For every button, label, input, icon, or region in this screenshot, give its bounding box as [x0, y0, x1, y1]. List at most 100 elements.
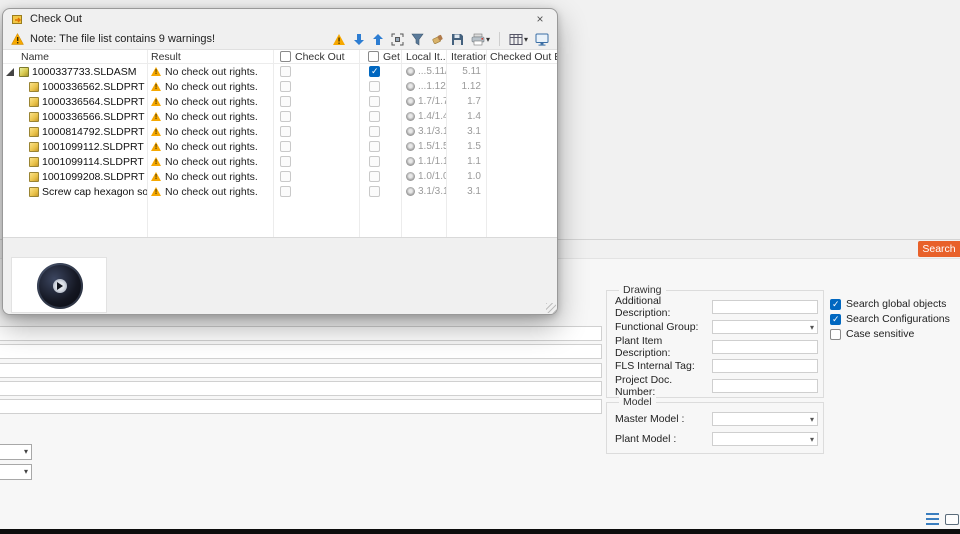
plant-item-description-label: Plant Item Description: — [615, 334, 671, 359]
checkout-checkbox[interactable] — [280, 111, 291, 122]
case-sensitive-checkbox[interactable] — [830, 328, 841, 340]
checkout-checkbox[interactable] — [280, 96, 291, 107]
checked-out-by-value — [486, 94, 557, 109]
plant-model-select[interactable] — [712, 431, 818, 446]
column-iteration[interactable]: Iteration — [446, 51, 486, 63]
column-name[interactable]: Name — [3, 51, 147, 63]
file-name: 1000337733.SLDASM — [32, 65, 137, 78]
checkout-checkbox[interactable] — [280, 66, 291, 77]
column-result[interactable]: Result — [147, 51, 273, 63]
search-field-5[interactable] — [0, 399, 602, 414]
erase-icon[interactable] — [431, 33, 444, 46]
fls-internal-tag-input[interactable] — [712, 358, 818, 373]
result-warning-icon: ! — [151, 82, 161, 91]
column-get[interactable]: Get — [359, 51, 401, 63]
additional-description-input[interactable] — [712, 299, 818, 314]
search-configurations-checkbox[interactable] — [830, 313, 841, 325]
file-row[interactable]: 1001099208.SLDPRT ! No check out rights. — [3, 169, 557, 184]
expand-icon[interactable] — [391, 33, 404, 46]
get-checkbox[interactable] — [369, 126, 380, 137]
get-checkbox[interactable] — [369, 111, 380, 122]
local-iteration-value: 1.4/1.4 — [418, 111, 446, 122]
checkout-checkbox[interactable] — [280, 171, 291, 182]
local-version-icon — [406, 187, 415, 196]
screen-view-icon[interactable] — [945, 513, 959, 525]
checkout-checkbox[interactable] — [280, 186, 291, 197]
search-field-4[interactable] — [0, 381, 602, 396]
checked-out-by-value — [486, 139, 557, 154]
file-row[interactable]: 1000814792.SLDPRT ! No check out rights. — [3, 124, 557, 139]
search-configurations-option[interactable]: Search Configurations — [830, 313, 950, 325]
column-checkout[interactable]: Check Out — [273, 51, 359, 63]
print-icon[interactable]: ▾ — [471, 33, 490, 46]
drawing-group: Drawing Additional Description: Function… — [606, 284, 824, 398]
search-field-2[interactable] — [0, 344, 602, 359]
plant-item-description-input[interactable] — [712, 339, 818, 354]
warning-note-text: Note: The file list contains 9 warnings! — [30, 33, 216, 45]
file-row[interactable]: Screw cap hexagon socke... ! No check ou… — [3, 184, 557, 199]
move-down-icon[interactable] — [353, 33, 365, 46]
dialog-toolbar: ▾ ▾ — [332, 32, 549, 46]
print-dropdown-caret[interactable]: ▾ — [486, 35, 490, 44]
get-checkbox[interactable] — [369, 96, 380, 107]
tree-expander-icon[interactable] — [6, 67, 14, 76]
get-checkbox[interactable] — [369, 81, 380, 92]
warnings-filter-icon[interactable] — [332, 33, 346, 46]
filter-icon[interactable] — [411, 33, 424, 46]
checked-out-by-value — [486, 154, 557, 169]
checkout-checkbox[interactable] — [280, 126, 291, 137]
file-row[interactable]: 1000336564.SLDPRT ! No check out rights. — [3, 94, 557, 109]
result-warning-icon: ! — [151, 187, 161, 196]
get-checkbox[interactable] — [369, 141, 380, 152]
get-checkbox[interactable] — [369, 171, 380, 182]
result-warning-icon: ! — [151, 172, 161, 181]
search-global-objects-option[interactable]: Search global objects — [830, 298, 946, 310]
cad-file-icon — [29, 111, 39, 122]
file-row[interactable]: 1000337733.SLDASM ! No check out rights. — [3, 64, 557, 79]
cad-file-icon — [29, 171, 39, 182]
move-up-icon[interactable] — [372, 33, 384, 46]
get-checkbox[interactable] — [369, 186, 380, 197]
file-name: 1001099208.SLDPRT — [42, 170, 145, 183]
master-model-select[interactable] — [712, 411, 818, 426]
file-name: 1000814792.SLDPRT — [42, 125, 145, 138]
screen-icon[interactable] — [535, 33, 549, 46]
result-warning-icon: ! — [151, 127, 161, 136]
get-all-checkbox[interactable] — [368, 51, 379, 62]
project-doc-number-input[interactable] — [712, 378, 818, 393]
file-name: Screw cap hexagon socke... — [42, 185, 147, 198]
dialog-footer: Check Out Cancel Help — [3, 238, 557, 314]
iteration-value: 1.12 — [461, 81, 481, 92]
search-field-3[interactable] — [0, 363, 602, 378]
filter-combobox-2[interactable] — [0, 464, 32, 480]
plant-model-label: Plant Model : — [615, 432, 677, 445]
checkout-checkbox[interactable] — [280, 81, 291, 92]
list-view-icon[interactable] — [926, 513, 939, 525]
search-button[interactable]: Search — [918, 241, 960, 257]
file-row[interactable]: 1001099114.SLDPRT ! No check out rights. — [3, 154, 557, 169]
close-icon[interactable]: × — [531, 12, 549, 26]
checkout-all-checkbox[interactable] — [280, 51, 291, 62]
part-preview-image — [37, 263, 83, 309]
checkout-checkbox[interactable] — [280, 156, 291, 167]
get-checkbox[interactable] — [369, 156, 380, 167]
file-row[interactable]: 1000336566.SLDPRT ! No check out rights. — [3, 109, 557, 124]
column-checked-out-by[interactable]: Checked Out By — [486, 51, 557, 63]
filter-combobox-1[interactable] — [0, 444, 32, 460]
checkout-checkbox[interactable] — [280, 141, 291, 152]
view-options-icon[interactable]: ▾ — [509, 33, 528, 46]
resize-grip[interactable] — [546, 303, 556, 313]
warning-icon — [11, 33, 24, 45]
search-global-objects-checkbox[interactable] — [830, 298, 841, 310]
get-checkbox[interactable] — [369, 66, 380, 77]
search-field-1[interactable] — [0, 326, 602, 341]
column-local-iteration[interactable]: Local It... — [401, 51, 446, 63]
case-sensitive-option[interactable]: Case sensitive — [830, 328, 914, 340]
view-options-caret[interactable]: ▾ — [524, 35, 528, 44]
cad-file-icon — [29, 186, 39, 197]
functional-group-select[interactable] — [712, 319, 818, 334]
fls-internal-tag-label: FLS Internal Tag: — [615, 359, 695, 372]
file-row[interactable]: 1000336562.SLDPRT ! No check out rights. — [3, 79, 557, 94]
save-icon[interactable] — [451, 33, 464, 46]
file-row[interactable]: 1001099112.SLDPRT ! No check out rights. — [3, 139, 557, 154]
